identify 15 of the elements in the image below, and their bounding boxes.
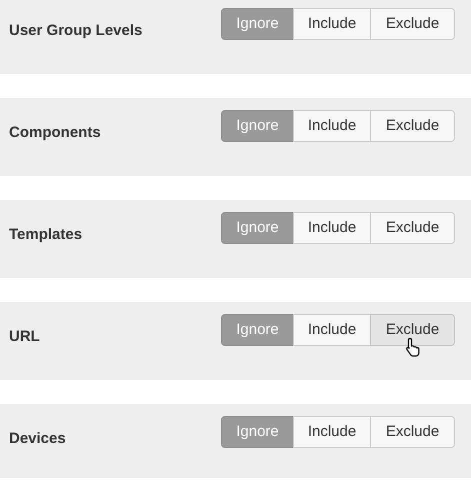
- segment-button[interactable]: Include: [293, 110, 371, 142]
- segment-button[interactable]: Include: [293, 314, 371, 346]
- segment-button[interactable]: Exclude: [370, 416, 455, 448]
- hand-pointer-icon: [405, 337, 421, 357]
- segment-button[interactable]: Include: [293, 8, 371, 40]
- segment-button[interactable]: Exclude: [370, 110, 455, 142]
- segment-button[interactable]: Exclude: [370, 8, 455, 40]
- segment-button[interactable]: Include: [293, 212, 371, 244]
- filter-label: Devices: [9, 429, 66, 449]
- segment-button[interactable]: Exclude: [370, 212, 455, 244]
- filter-label: User Group Levels: [9, 21, 142, 41]
- filter-label: Components: [9, 123, 101, 143]
- filter-label: URL: [9, 327, 40, 347]
- segment-button[interactable]: Include: [293, 416, 371, 448]
- filter-label: Templates: [9, 225, 82, 245]
